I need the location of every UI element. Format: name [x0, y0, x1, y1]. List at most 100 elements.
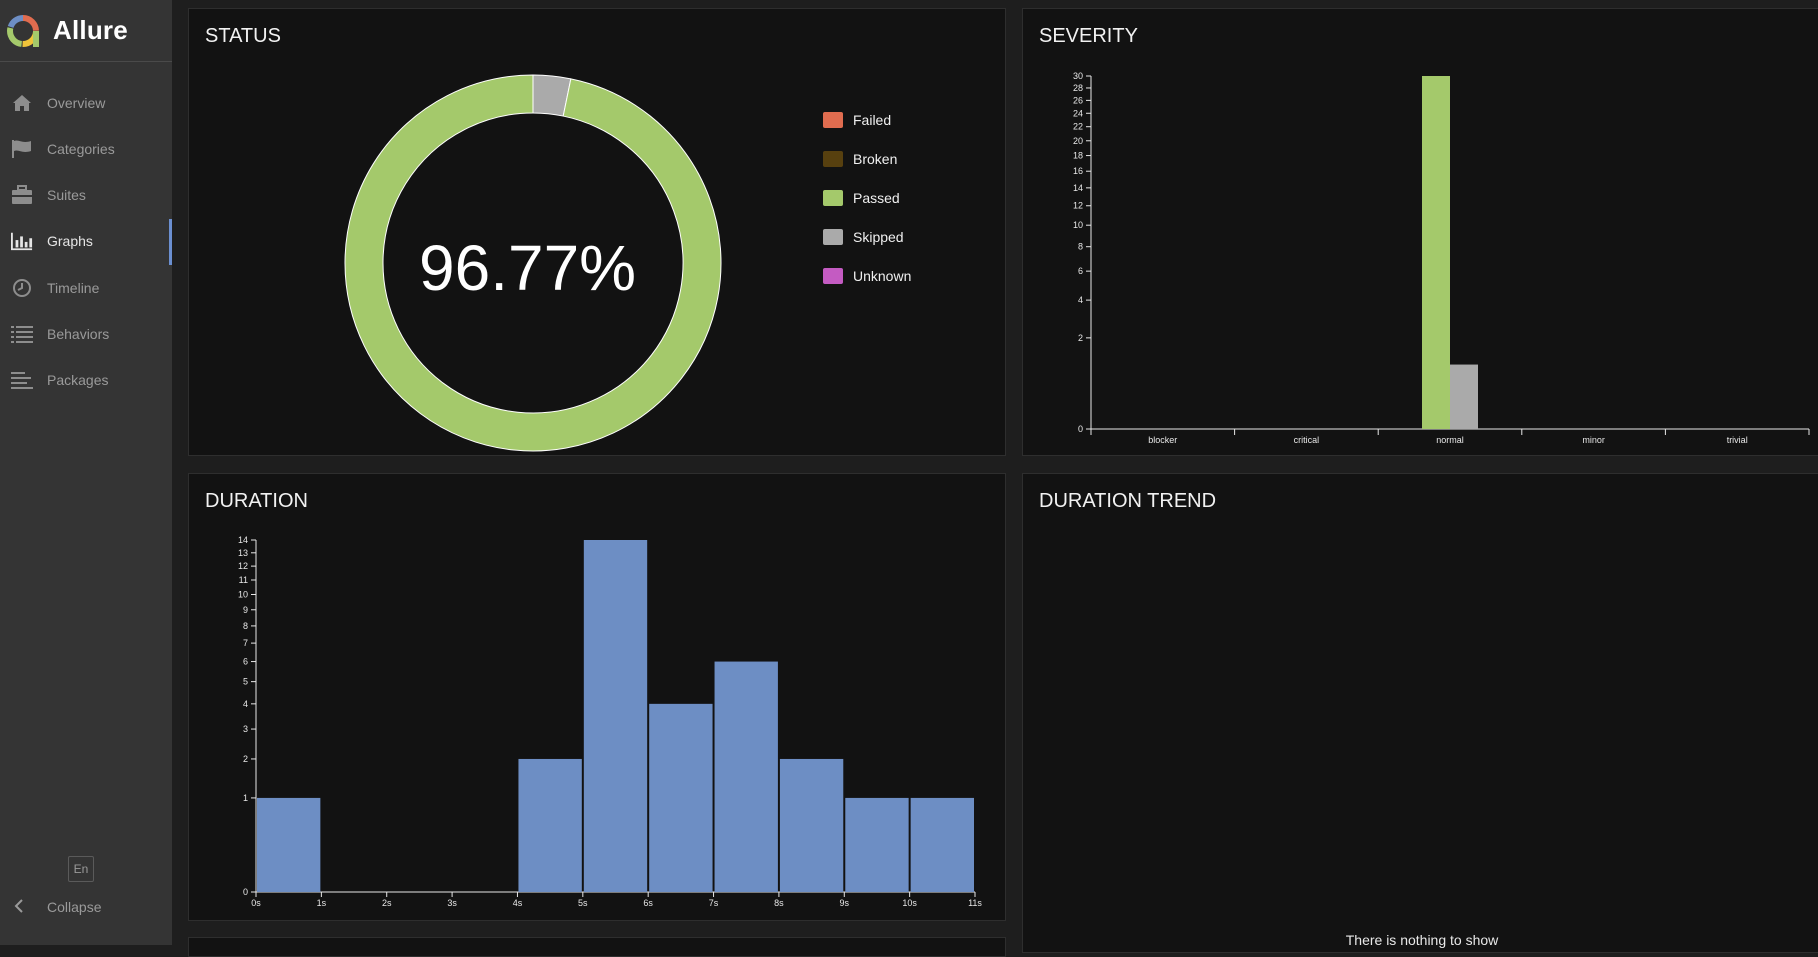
severity-bar-normal-skipped — [1450, 364, 1478, 429]
nav-item-graphs[interactable]: Graphs — [0, 219, 172, 265]
x-tick-label: minor — [1582, 435, 1605, 445]
duration-widget: DURATION 0 1 2 3 4 5 6 7 8 9 10 11 12 13 14 0s 1s 2s 3s 4s 5… — [188, 473, 1006, 921]
x-tick-label: 10s — [902, 898, 917, 908]
severity-widget: SEVERITY 0 2 4 6 8 10 12 14 16 18 20 22 24 26 28 30 bloc… — [1022, 8, 1818, 456]
legend-label: Failed — [853, 112, 892, 128]
y-tick-label: 0 — [1078, 424, 1083, 434]
y-tick-label: 1 — [243, 793, 248, 803]
x-tick-label: 2s — [382, 898, 392, 908]
nav-label: Packages — [47, 372, 109, 388]
nav-label: Graphs — [47, 233, 93, 249]
allure-logo-icon — [7, 14, 39, 47]
y-tick-label: 9 — [243, 605, 248, 615]
y-tick-label: 12 — [1073, 201, 1083, 211]
app-title: Allure — [53, 15, 128, 45]
flag-icon — [11, 138, 33, 160]
empty-message: There is nothing to show — [1345, 932, 1499, 948]
x-tick-label: 1s — [317, 898, 327, 908]
y-tick-label: 3 — [243, 724, 248, 734]
y-tick-label: 10 — [238, 590, 248, 600]
severity-bar-normal-passed — [1422, 76, 1450, 429]
y-tick-label: 2 — [1078, 333, 1083, 343]
home-icon — [11, 92, 33, 114]
duration-bar — [649, 703, 713, 892]
y-tick-label: 0 — [243, 887, 248, 897]
brand[interactable]: Allure — [0, 0, 172, 62]
x-tick-label: 0s — [251, 898, 261, 908]
sidebar: Allure Overview Categories Suites Graphs… — [0, 0, 172, 945]
duration-histogram: 012345678910111213140s 1s 2s 3s 4s 5s 6s 7s 8s 9s… — [238, 535, 982, 908]
x-tick-label: 9s — [840, 898, 850, 908]
y-tick-label: 8 — [1078, 242, 1083, 252]
y-tick-label: 28 — [1073, 83, 1083, 93]
legend-swatch — [823, 268, 843, 284]
y-tick-label: 7 — [243, 638, 248, 648]
y-tick-label: 6 — [243, 657, 248, 667]
chevron-left-icon — [13, 899, 25, 918]
nav-item-packages[interactable]: Packages — [0, 358, 172, 402]
x-tick-label: blocker — [1148, 435, 1177, 445]
legend-item-broken[interactable]: Broken — [823, 150, 897, 168]
y-tick-label: 30 — [1073, 71, 1083, 81]
y-tick-label: 11 — [239, 575, 248, 585]
duration-trend-widget: DURATION TREND There is nothing to show — [1022, 473, 1818, 953]
status-widget: STATUS 96.77% Failed Broken Passed Skipp… — [188, 8, 1006, 456]
x-tick-label: 6s — [643, 898, 653, 908]
clock-icon — [11, 277, 33, 299]
legend-item-unknown[interactable]: Unknown — [823, 267, 911, 285]
y-tick-label: 16 — [1073, 166, 1083, 176]
legend-swatch — [823, 151, 843, 167]
collapse-button[interactable]: Collapse — [0, 888, 172, 924]
y-tick-label: 2 — [243, 754, 248, 764]
legend-label: Skipped — [853, 229, 904, 245]
x-tick-label: critical — [1294, 435, 1320, 445]
y-tick-label: 14 — [238, 535, 248, 545]
y-tick-label: 22 — [1073, 122, 1083, 132]
widget-title: DURATION TREND — [1039, 490, 1217, 512]
y-tick-label: 12 — [238, 561, 248, 571]
legend-swatch — [823, 190, 843, 206]
legend-item-passed[interactable]: Passed — [823, 189, 900, 207]
align-left-icon — [11, 369, 33, 391]
next-widget — [188, 937, 1006, 957]
y-tick-label: 6 — [1078, 266, 1083, 276]
y-tick-label: 26 — [1073, 95, 1083, 105]
x-tick-label: normal — [1436, 435, 1464, 445]
collapse-label: Collapse — [47, 899, 102, 915]
list-icon — [11, 323, 33, 345]
language-button[interactable]: En — [68, 856, 94, 882]
status-percent: 96.77% — [419, 232, 637, 304]
duration-bar — [518, 758, 582, 892]
y-tick-label: 4 — [243, 699, 248, 709]
duration-bar — [257, 797, 321, 892]
y-tick-label: 13 — [238, 548, 248, 558]
legend-item-failed[interactable]: Failed — [823, 111, 891, 129]
legend-label: Unknown — [853, 268, 912, 284]
legend-swatch — [823, 112, 843, 128]
x-tick-label: 11s — [968, 898, 982, 908]
nav-label: Categories — [47, 141, 115, 157]
x-tick-label: 3s — [447, 898, 457, 908]
duration-bar — [779, 758, 844, 892]
nav-label: Overview — [47, 95, 106, 111]
severity-bar-chart: 024681012141618202224262830blocker critic… — [1073, 71, 1810, 445]
x-tick-label: trivial — [1727, 435, 1748, 445]
nav-item-categories[interactable]: Categories — [0, 127, 172, 171]
y-tick-label: 5 — [243, 677, 248, 687]
y-tick-label: 14 — [1073, 183, 1083, 193]
nav-item-timeline[interactable]: Timeline — [0, 266, 172, 310]
x-tick-label: 7s — [709, 898, 719, 908]
x-tick-label: 5s — [578, 898, 588, 908]
nav-item-behaviors[interactable]: Behaviors — [0, 312, 172, 356]
y-tick-label: 4 — [1078, 295, 1083, 305]
duration-bar — [583, 540, 648, 892]
x-tick-label: 4s — [513, 898, 523, 908]
nav-item-overview[interactable]: Overview — [0, 81, 172, 125]
legend-item-skipped[interactable]: Skipped — [823, 228, 904, 246]
y-tick-label: 20 — [1073, 136, 1083, 146]
legend-swatch — [823, 229, 843, 245]
duration-bar — [910, 797, 974, 892]
nav-item-suites[interactable]: Suites — [0, 173, 172, 217]
duration-bar — [845, 797, 909, 892]
legend-label: Broken — [853, 151, 898, 167]
